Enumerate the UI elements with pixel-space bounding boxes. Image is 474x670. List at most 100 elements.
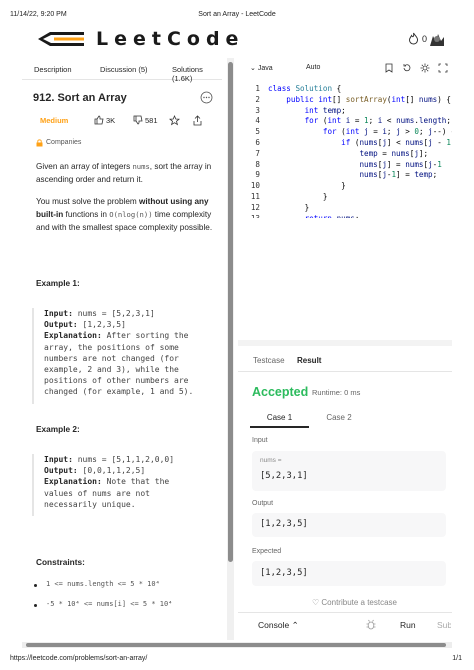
logo-text: LeetCode bbox=[96, 28, 245, 50]
star-icon[interactable] bbox=[169, 115, 180, 126]
submit-button[interactable]: Submit bbox=[437, 620, 451, 630]
tab-result[interactable]: Result bbox=[297, 356, 321, 365]
explanation-line: values of nums are not bbox=[44, 488, 150, 498]
editor-panel: ⌄ Java Auto 1 class Solution { 2 public i… bbox=[238, 58, 452, 640]
explanation-line: array, the positions of some bbox=[44, 342, 179, 352]
horizontal-scroll-thumb[interactable] bbox=[26, 643, 446, 647]
desc-text: Given an array of integers bbox=[36, 162, 133, 171]
language-select[interactable]: ⌄ Java bbox=[250, 64, 273, 72]
input-label: Input: bbox=[44, 309, 73, 318]
example-2-box: Input: nums = [5,1,1,2,0,0] Output: [0,0… bbox=[32, 454, 220, 516]
constraints-heading: Constraints: bbox=[36, 557, 85, 567]
output-value: [1,2,3,5] bbox=[260, 519, 308, 529]
explanation-line: After sorting the bbox=[101, 331, 189, 341]
problem-meta: Medium 3K 581 bbox=[34, 115, 214, 129]
settings-icon[interactable] bbox=[420, 63, 430, 73]
explanation-line: necessarily unique. bbox=[44, 499, 136, 509]
fire-icon bbox=[408, 32, 419, 45]
description-panel: Description Discussion (5) Solutions (1.… bbox=[22, 58, 222, 640]
output-box: [1,2,3,5] bbox=[252, 513, 446, 537]
input-value: nums = [5,1,1,2,0,0] bbox=[72, 455, 175, 464]
input-var-label: nums = bbox=[260, 457, 282, 464]
horizontal-scrollbar[interactable] bbox=[22, 642, 452, 648]
line-number: 3 bbox=[255, 105, 260, 115]
output-label: Output: bbox=[44, 320, 78, 330]
bullet bbox=[34, 584, 37, 587]
explanation-line: changed (for example, 1 and 5). bbox=[44, 387, 194, 397]
run-button[interactable]: Run bbox=[400, 620, 416, 630]
input-value: nums = [5,2,3,1] bbox=[72, 309, 155, 318]
constraint-item: 1 <= nums.length <= 5 * 10⁴ bbox=[46, 580, 160, 588]
contribute-testcase-link[interactable]: ♡ Contribute a testcase bbox=[312, 598, 397, 607]
input-box: nums = [5,2,3,1] bbox=[252, 451, 446, 491]
debug-icon[interactable] bbox=[366, 619, 376, 630]
line-number: 7 bbox=[255, 148, 260, 158]
line-number: 13 bbox=[246, 214, 260, 218]
output-value: [0,0,1,1,2,5] bbox=[77, 466, 146, 476]
line-number: 8 bbox=[255, 159, 260, 169]
code-editor[interactable]: 1 class Solution { 2 public int[] sortArr… bbox=[238, 84, 452, 218]
line-number: 2 bbox=[255, 94, 260, 104]
description-paragraph-2: You must solve the problem without using… bbox=[36, 195, 221, 234]
example-1-box: Input: nums = [5,2,3,1] Output: [1,2,3,5… bbox=[32, 308, 220, 404]
output-value: [1,2,3,5] bbox=[77, 320, 126, 330]
auto-mode[interactable]: Auto bbox=[306, 64, 320, 71]
print-footer: https://leetcode.com/problems/sort-an-ar… bbox=[0, 652, 474, 670]
bullet bbox=[34, 604, 37, 607]
input-label: Input bbox=[252, 437, 268, 444]
editor-toolbar: ⌄ Java Auto bbox=[238, 58, 452, 80]
thumbs-up-icon bbox=[94, 115, 104, 125]
print-header: 11/14/22, 9:20 PM Sort an Array - LeetCo… bbox=[0, 0, 474, 22]
print-url: https://leetcode.com/problems/sort-an-ar… bbox=[10, 655, 148, 662]
leetcode-logo[interactable]: LeetCode bbox=[36, 28, 392, 50]
language-value: Java bbox=[257, 65, 273, 72]
line-number: 12 bbox=[250, 202, 260, 212]
tab-discussion[interactable]: Discussion (5) bbox=[100, 65, 148, 74]
expected-value: [1,2,3,5] bbox=[260, 568, 308, 578]
example-2-heading: Example 2: bbox=[36, 424, 80, 434]
bookmark-icon[interactable] bbox=[384, 63, 394, 73]
heart-icon: ♡ bbox=[312, 598, 320, 607]
line-number: 1 bbox=[255, 84, 260, 93]
input-label: Input: bbox=[44, 455, 73, 464]
contribute-label: Contribute a testcase bbox=[321, 598, 398, 607]
print-page-number: 1/1 bbox=[452, 655, 462, 662]
companies-label: Companies bbox=[46, 139, 82, 146]
tab-solutions[interactable]: Solutions (1.6K) bbox=[172, 65, 222, 83]
lock-icon bbox=[36, 139, 43, 147]
case-2-tab[interactable]: Case 2 bbox=[312, 406, 366, 428]
explanation-line: positions of other numbers are bbox=[44, 376, 189, 386]
description-scrollbar[interactable] bbox=[228, 62, 233, 562]
line-number: 9 bbox=[255, 170, 260, 180]
line-number: 11 bbox=[250, 192, 260, 201]
reset-icon[interactable] bbox=[402, 63, 412, 73]
description-paragraph-1: Given an array of integers nums, sort th… bbox=[36, 160, 221, 186]
line-number: 5 bbox=[255, 127, 260, 137]
tab-description[interactable]: Description bbox=[34, 65, 72, 74]
console-label: Console bbox=[258, 620, 290, 630]
expected-box: [1,2,3,5] bbox=[252, 561, 446, 586]
inline-code: nums bbox=[132, 162, 150, 171]
console-bar: Console ⌃ Run Submit bbox=[238, 612, 452, 636]
fullscreen-icon[interactable] bbox=[438, 63, 448, 73]
input-value: [5,2,3,1] bbox=[260, 471, 308, 481]
explanation-line: Note that the bbox=[101, 477, 170, 487]
more-options-icon[interactable] bbox=[200, 91, 213, 104]
expected-label: Expected bbox=[252, 548, 282, 555]
result-tab-bar: Testcase Result bbox=[238, 352, 452, 372]
print-title: Sort an Array - LeetCode bbox=[198, 11, 276, 18]
example-1-heading: Example 1: bbox=[36, 278, 80, 288]
editor-result-divider[interactable] bbox=[238, 340, 452, 346]
left-tab-bar: Description Discussion (5) Solutions (1.… bbox=[22, 58, 222, 83]
explanation-line: example, 2 and 3), while the bbox=[44, 365, 179, 375]
tab-testcase[interactable]: Testcase bbox=[253, 356, 285, 365]
avatar[interactable] bbox=[427, 30, 447, 48]
inline-code: O(nlog(n)) bbox=[109, 210, 153, 219]
logo-mark-icon bbox=[38, 32, 84, 46]
console-button[interactable]: Console ⌃ bbox=[258, 620, 299, 631]
constraint-item: -5 * 10⁴ <= nums[i] <= 5 * 10⁴ bbox=[46, 600, 173, 608]
case-1-tab[interactable]: Case 1 bbox=[250, 406, 309, 428]
line-number: 6 bbox=[255, 138, 260, 147]
explanation-label: Explanation: bbox=[44, 331, 102, 341]
share-icon[interactable] bbox=[192, 115, 203, 126]
